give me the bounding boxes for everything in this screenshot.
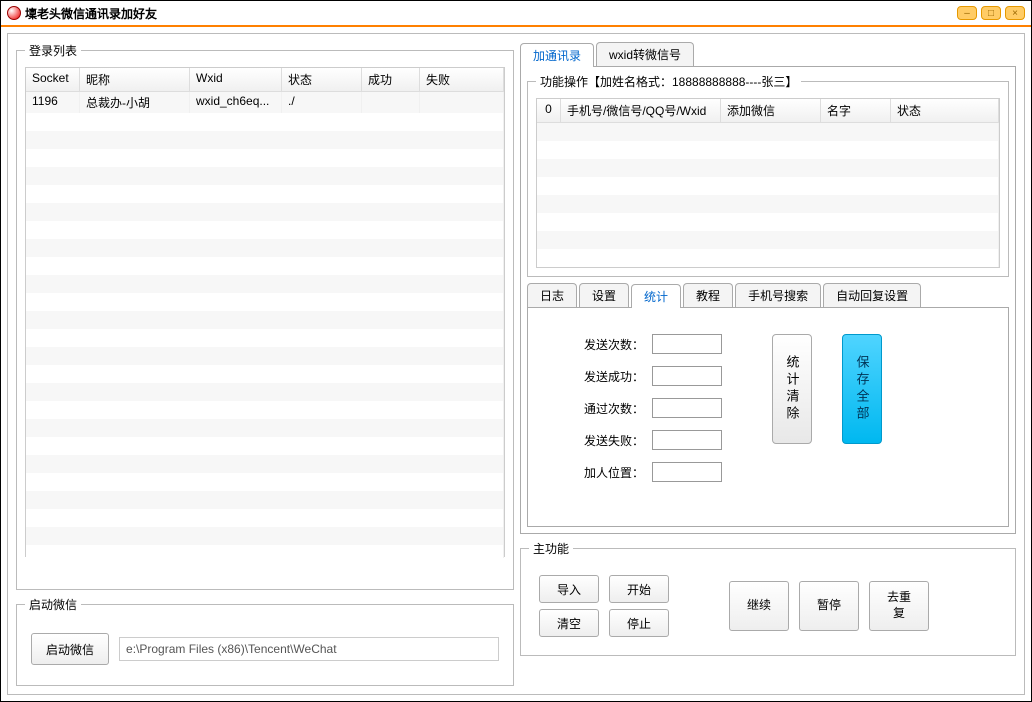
- stats-panel: 发送次数： 发送成功： 通过次数：: [527, 307, 1009, 527]
- window-title: 壈老头微信通讯录加好友: [25, 5, 157, 22]
- label-send-fail: 发送失败：: [574, 432, 644, 449]
- tab-setting[interactable]: 设置: [579, 283, 629, 307]
- top-tabs: 加通讯录 wxid转微信号: [520, 42, 1016, 66]
- input-pass-count[interactable]: [652, 398, 722, 418]
- app-icon: [7, 6, 21, 20]
- login-legend: 登录列表: [25, 42, 81, 59]
- col-nick[interactable]: 昵称: [80, 68, 190, 91]
- table-row[interactable]: 1196 总裁办-小胡 wxid_ch6eq... ./: [26, 92, 504, 113]
- clear-button[interactable]: 清空: [539, 609, 599, 637]
- close-button[interactable]: ×: [1005, 6, 1025, 20]
- input-send-fail[interactable]: [652, 430, 722, 450]
- top-tab-panel: 功能操作【加姓名格式：18888888888----张三】 0 手机号/微信号/…: [520, 66, 1016, 534]
- minimize-button[interactable]: –: [957, 6, 977, 20]
- tab-autoreply[interactable]: 自动回复设置: [823, 283, 921, 307]
- col-fail[interactable]: 失败: [420, 68, 504, 91]
- launch-legend: 启动微信: [25, 596, 81, 613]
- top-tabs-wrap: 加通讯录 wxid转微信号 功能操作【加姓名格式：18888888888----…: [520, 42, 1016, 534]
- input-add-pos[interactable]: [652, 462, 722, 482]
- continue-button[interactable]: 继续: [729, 581, 789, 631]
- ops-table-body[interactable]: [537, 123, 999, 269]
- maximize-button[interactable]: □: [981, 6, 1001, 20]
- col-idx[interactable]: 0: [537, 99, 561, 122]
- col-status[interactable]: 状态: [282, 68, 362, 91]
- pause-button[interactable]: 暂停: [799, 581, 859, 631]
- input-send-count[interactable]: [652, 334, 722, 354]
- cell-success: [362, 92, 420, 113]
- tab-add-contacts[interactable]: 加通讯录: [520, 43, 594, 67]
- tab-phone-search[interactable]: 手机号搜索: [735, 283, 821, 307]
- tab-tutorial[interactable]: 教程: [683, 283, 733, 307]
- col-add[interactable]: 添加微信: [721, 99, 821, 122]
- left-pane: 登录列表 Socket 昵称 Wxid 状态 成功 失败 1196 总裁办-小胡: [16, 42, 514, 686]
- col-wxid[interactable]: Wxid: [190, 68, 282, 91]
- cell-nick: 总裁办-小胡: [80, 92, 190, 113]
- ops-table[interactable]: 0 手机号/微信号/QQ号/Wxid 添加微信 名字 状态: [536, 98, 1000, 268]
- stats-clear-button[interactable]: 统计清除: [772, 334, 812, 444]
- tab-log[interactable]: 日志: [527, 283, 577, 307]
- cell-status: ./: [282, 92, 362, 113]
- main-func-legend: 主功能: [529, 540, 573, 557]
- label-pass-count: 通过次数：: [574, 400, 644, 417]
- input-send-success[interactable]: [652, 366, 722, 386]
- label-send-success: 发送成功：: [574, 368, 644, 385]
- import-button[interactable]: 导入: [539, 575, 599, 603]
- col-socket[interactable]: Socket: [26, 68, 80, 91]
- login-table-head: Socket 昵称 Wxid 状态 成功 失败: [26, 68, 504, 92]
- login-table[interactable]: Socket 昵称 Wxid 状态 成功 失败 1196 总裁办-小胡 wxid…: [25, 67, 505, 557]
- content-area: 登录列表 Socket 昵称 Wxid 状态 成功 失败 1196 总裁办-小胡: [7, 33, 1025, 695]
- label-add-pos: 加人位置：: [574, 464, 644, 481]
- login-table-body[interactable]: 1196 总裁办-小胡 wxid_ch6eq... ./: [26, 92, 504, 558]
- save-all-button[interactable]: 保存全部: [842, 334, 882, 444]
- tab-stats[interactable]: 统计: [631, 284, 681, 308]
- sub-tabs-wrap: 日志 设置 统计 教程 手机号搜索 自动回复设置 发送次数：: [527, 283, 1009, 527]
- label-send-count: 发送次数：: [574, 336, 644, 353]
- login-list-group: 登录列表 Socket 昵称 Wxid 状态 成功 失败 1196 总裁办-小胡: [16, 42, 514, 590]
- stop-button[interactable]: 停止: [609, 609, 669, 637]
- cell-wxid: wxid_ch6eq...: [190, 92, 282, 113]
- launch-wechat-button[interactable]: 启动微信: [31, 633, 109, 665]
- launch-group: 启动微信 启动微信: [16, 596, 514, 686]
- ops-group: 功能操作【加姓名格式：18888888888----张三】 0 手机号/微信号/…: [527, 73, 1009, 277]
- ops-table-head: 0 手机号/微信号/QQ号/Wxid 添加微信 名字 状态: [537, 99, 999, 123]
- dedupe-button[interactable]: 去重复: [869, 581, 929, 631]
- col-success[interactable]: 成功: [362, 68, 420, 91]
- col-opstatus[interactable]: 状态: [891, 99, 999, 122]
- stats-fields: 发送次数： 发送成功： 通过次数：: [574, 334, 722, 482]
- app-window: 壈老头微信通讯录加好友 – □ × 登录列表 Socket 昵称 Wxid 状态…: [0, 0, 1032, 702]
- tab-wxid-convert[interactable]: wxid转微信号: [596, 42, 694, 66]
- ops-legend: 功能操作【加姓名格式：18888888888----张三】: [536, 73, 801, 90]
- sub-tabs: 日志 设置 统计 教程 手机号搜索 自动回复设置: [527, 283, 1009, 307]
- col-id[interactable]: 手机号/微信号/QQ号/Wxid: [561, 99, 721, 122]
- col-name[interactable]: 名字: [821, 99, 891, 122]
- cell-socket: 1196: [26, 92, 80, 113]
- main-func-group: 主功能 导入 清空 开始 停止 继续 暂停 去重复: [520, 540, 1016, 656]
- start-button[interactable]: 开始: [609, 575, 669, 603]
- cell-fail: [420, 92, 504, 113]
- titlebar: 壈老头微信通讯录加好友 – □ ×: [1, 1, 1031, 27]
- right-pane: 加通讯录 wxid转微信号 功能操作【加姓名格式：18888888888----…: [520, 42, 1016, 686]
- wechat-path-input[interactable]: [119, 637, 499, 661]
